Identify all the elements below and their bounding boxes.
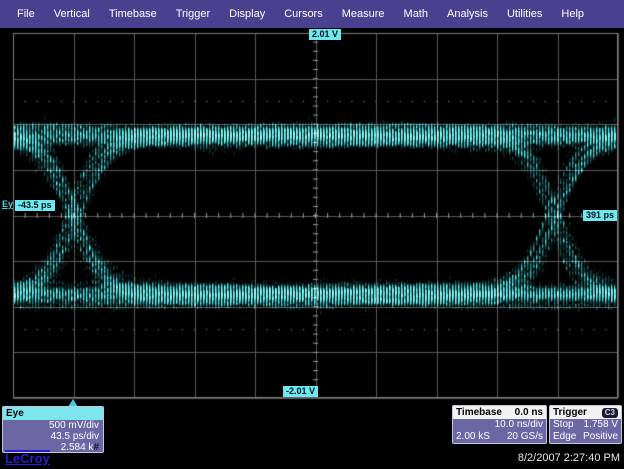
trigger-level: 1.758 V (584, 419, 618, 431)
timebase-descriptor[interactable]: Timebase 0.0 ns 10.0 ns/div 2.00 kS 20 G… (452, 405, 547, 444)
menu-help[interactable]: Help (552, 8, 594, 20)
oscilloscope-screen: File Vertical Timebase Trigger Display C… (0, 0, 624, 469)
eye-sweep-unit: # (93, 442, 99, 453)
trigger-header: Trigger C3 (550, 406, 621, 419)
trigger-source-icon: C3 (602, 408, 618, 418)
waveform-canvas (0, 0, 624, 469)
eye-trace-descriptor[interactable]: Eye 500 mV/div 43.5 ps/div 2.584 k# (2, 406, 104, 453)
menu-cursors[interactable]: Cursors (275, 8, 333, 20)
lecroy-logo: LeCroy (5, 450, 50, 466)
menu-timebase[interactable]: Timebase (100, 8, 167, 20)
timebase-header: Timebase 0.0 ns (453, 406, 546, 419)
menu-analysis[interactable]: Analysis (438, 8, 498, 20)
menu-vertical[interactable]: Vertical (45, 8, 100, 20)
cursor-badge-right-time[interactable]: 391 ps (583, 210, 617, 221)
timebase-scale-row: 10.0 ns/div (453, 419, 546, 431)
eye-descriptor-title: Eye (3, 407, 103, 420)
timebase-sampling-row: 2.00 kS 20 GS/s (453, 431, 546, 443)
trace-label-eye[interactable]: Ey (2, 199, 13, 209)
menu-display[interactable]: Display (220, 8, 275, 20)
eye-horizontal-scale: 43.5 ps/div (3, 431, 103, 442)
trigger-type: Edge (553, 431, 576, 443)
menu-bar: File Vertical Timebase Trigger Display C… (0, 0, 624, 28)
timebase-title: Timebase (456, 406, 502, 419)
menu-math[interactable]: Math (395, 8, 438, 20)
cursor-badge-left-time[interactable]: -43.5 ps (15, 200, 55, 211)
cursor-badge-top-voltage[interactable]: 2.01 V (309, 29, 341, 40)
timebase-samples: 2.00 kS (456, 431, 490, 443)
trigger-mode: Stop (553, 419, 574, 431)
eye-sweep-value: 2.584 k (61, 442, 94, 453)
timebase-sample-rate: 20 GS/s (507, 431, 543, 443)
menu-file[interactable]: File (8, 8, 45, 20)
trigger-descriptor[interactable]: Trigger C3 Stop 1.758 V Edge Positive (549, 405, 622, 444)
trigger-type-row: Edge Positive (550, 431, 621, 443)
menu-measure[interactable]: Measure (333, 8, 395, 20)
trigger-mode-row: Stop 1.758 V (550, 419, 621, 431)
menu-utilities[interactable]: Utilities (498, 8, 552, 20)
timebase-offset: 0.0 ns (515, 406, 543, 419)
cursor-badge-bottom-voltage[interactable]: -2.01 V (283, 386, 318, 397)
menu-trigger[interactable]: Trigger (167, 8, 220, 20)
timebase-scale: 10.0 ns/div (495, 419, 543, 431)
trigger-slope: Positive (583, 431, 618, 443)
datetime-stamp: 8/2/2007 2:27:40 PM (518, 452, 620, 464)
trigger-title: Trigger (553, 406, 587, 419)
eye-vertical-scale: 500 mV/div (3, 420, 103, 431)
